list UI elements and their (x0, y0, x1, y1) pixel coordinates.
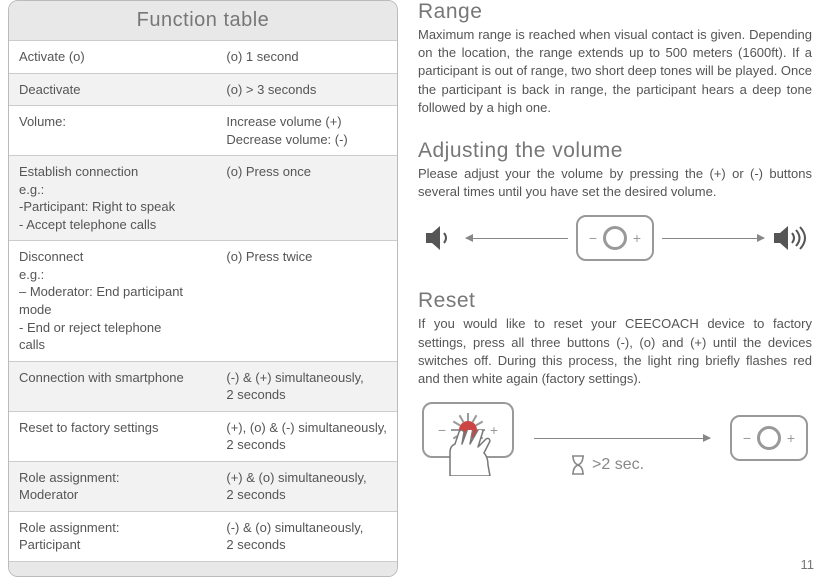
cell-action: (-) & (o) simultaneously, 2 seconds (222, 512, 397, 561)
device-illustration: − + (576, 215, 654, 261)
cell-function: Role assignment: Moderator (9, 462, 222, 511)
volume-illustration: − + (418, 215, 812, 261)
center-button-icon (757, 426, 781, 450)
cell-function: Deactivate (9, 74, 222, 106)
cell-action: (+), (o) & (-) simultaneously, 2 seconds (222, 412, 397, 461)
table-row: Activate (o) (o) 1 second (9, 41, 397, 74)
cell-function: Connection with smartphone (9, 362, 222, 411)
hand-press-icon (440, 430, 500, 476)
table-row: Volume: Increase volume (+) Decrease vol… (9, 106, 397, 156)
function-table: Function table Activate (o) (o) 1 second… (8, 0, 398, 577)
section-body-volume: Please adjust your the volume by pressin… (418, 165, 812, 201)
arrow-left-icon (466, 238, 568, 239)
cell-action: (+) & (o) simultaneously, 2 seconds (222, 462, 397, 511)
table-footer-spacer (9, 562, 397, 576)
cell-action: (-) & (+) simultaneously, 2 seconds (222, 362, 397, 411)
reset-device-press-icon: − (422, 402, 514, 474)
cell-action: (o) 1 second (222, 41, 397, 73)
arrow-right-icon (534, 438, 710, 439)
function-table-title: Function table (9, 1, 397, 41)
cell-function: Establish connection e.g.: -Participant:… (9, 156, 222, 240)
table-row: Connection with smartphone (-) & (+) sim… (9, 362, 397, 412)
table-row: Deactivate (o) > 3 seconds (9, 74, 397, 107)
speaker-high-icon (772, 223, 808, 253)
table-row: Establish connection e.g.: -Participant:… (9, 156, 397, 241)
plus-label: + (631, 230, 643, 246)
cell-action: (o) Press twice (222, 241, 397, 360)
cell-function: Reset to factory settings (9, 412, 222, 461)
minus-label: − (587, 230, 599, 246)
section-body-reset: If you would like to reset your CEECOACH… (418, 315, 812, 388)
cell-function: Activate (o) (9, 41, 222, 73)
plus-label: + (785, 430, 797, 446)
table-row: Reset to factory settings (+), (o) & (-)… (9, 412, 397, 462)
hourglass-icon (570, 454, 586, 476)
cell-action: (o) Press once (222, 156, 397, 240)
speaker-low-icon (422, 223, 458, 253)
reset-illustration: − (418, 402, 812, 474)
cell-function: Volume: (9, 106, 222, 155)
arrow-right-icon (662, 238, 764, 239)
section-title-volume: Adjusting the volume (418, 139, 812, 163)
cell-action: Increase volume (+) Decrease volume: (-) (222, 106, 397, 155)
table-row: Role assignment: Participant (-) & (o) s… (9, 512, 397, 562)
device-white-icon: − + (730, 415, 808, 461)
cell-function: Disconnect e.g.: – Moderator: End partic… (9, 241, 222, 360)
hourglass-label: >2 sec. (592, 456, 644, 474)
page-number: 11 (801, 557, 815, 572)
section-title-reset: Reset (418, 289, 812, 313)
minus-label: − (741, 430, 753, 446)
table-row: Role assignment: Moderator (+) & (o) sim… (9, 462, 397, 512)
section-title-range: Range (418, 0, 812, 24)
table-row: Disconnect e.g.: – Moderator: End partic… (9, 241, 397, 361)
cell-action: (o) > 3 seconds (222, 74, 397, 106)
cell-function: Role assignment: Participant (9, 512, 222, 561)
center-button-icon (603, 226, 627, 250)
section-body-range: Maximum range is reached when visual con… (418, 26, 812, 117)
